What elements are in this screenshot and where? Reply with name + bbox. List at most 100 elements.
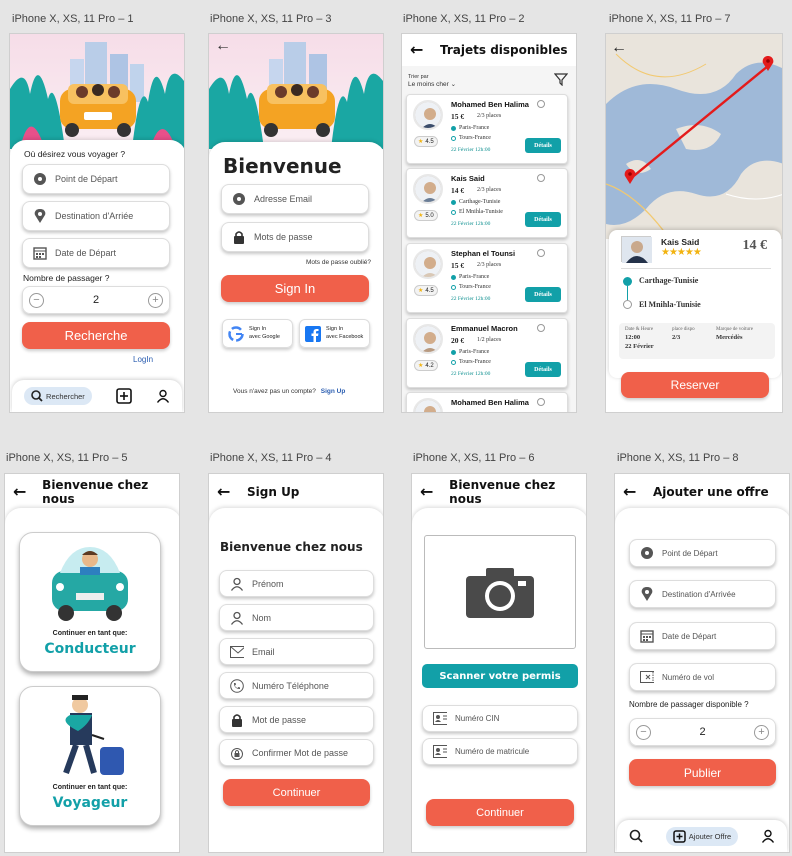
screen-scan: ← Bienvenue chez nous Scanner votre perm… bbox=[411, 473, 587, 853]
facebook-signin-button[interactable]: Sign In avec Facebook bbox=[299, 319, 370, 348]
continue-as-label: Continuer en tant que: bbox=[52, 630, 128, 637]
departure-placeholder: Point de Départ bbox=[55, 174, 118, 184]
rating-badge: ★ 5.0 bbox=[414, 210, 438, 221]
confirm-password-input[interactable]: Confirmer Mot de passe bbox=[219, 739, 374, 766]
trip-card[interactable]: Emmanuel Macron 20 € 1/2 places Paris-Franc… bbox=[406, 318, 568, 388]
password-input[interactable]: Mots de passe bbox=[221, 222, 369, 252]
google-signin-button[interactable]: Sign In avec Google bbox=[222, 319, 293, 348]
driver-name: Kais Said bbox=[451, 174, 485, 183]
email-input[interactable]: Email bbox=[219, 638, 374, 665]
star-icon: ★ bbox=[418, 213, 424, 219]
back-arrow-icon[interactable]: ← bbox=[410, 42, 430, 58]
departure-input[interactable]: Point de Départ bbox=[22, 164, 170, 194]
rating-badge: ★ 4.2 bbox=[414, 360, 438, 371]
password-input[interactable]: Mot de passe bbox=[219, 706, 374, 733]
phone-input[interactable]: Numéro Téléphone bbox=[219, 672, 374, 699]
reserve-button[interactable]: Reserver bbox=[621, 372, 769, 398]
search-icon[interactable] bbox=[629, 829, 643, 843]
user-icon bbox=[230, 611, 244, 625]
date-input[interactable]: Date de Départ bbox=[629, 622, 776, 650]
continue-button[interactable]: Continuer bbox=[426, 799, 574, 826]
firstname-placeholder: Prénom bbox=[252, 578, 284, 589]
facebook-icon bbox=[305, 325, 321, 342]
tab-add-offer[interactable]: Ajouter Offre bbox=[665, 826, 739, 846]
origin-dot-icon bbox=[451, 274, 456, 280]
trip-info-box: Date & Heure 12:00 22 Février place disp… bbox=[619, 323, 775, 359]
back-arrow-icon[interactable]: ← bbox=[623, 484, 643, 500]
tab-add-label: Ajouter Offre bbox=[688, 831, 732, 841]
trip-card[interactable]: Mohamed Ben Halima 15 € 2/3 places Paris-Fr… bbox=[406, 94, 568, 164]
trip-price: 15 € bbox=[451, 410, 464, 412]
back-arrow-icon[interactable]: ← bbox=[420, 484, 439, 500]
firstname-input[interactable]: Prénom bbox=[219, 570, 374, 597]
add-square-icon[interactable] bbox=[116, 388, 132, 404]
back-arrow-icon[interactable]: ← bbox=[217, 484, 237, 500]
minus-icon[interactable]: − bbox=[636, 724, 651, 740]
destination-city: Tours-France bbox=[459, 284, 491, 290]
chevron-down-icon: ⌄ bbox=[450, 80, 457, 88]
date-placeholder: Date de Départ bbox=[55, 248, 117, 258]
traveler-card[interactable]: Continuer en tant que: Voyageur bbox=[19, 686, 161, 826]
frame-label: iPhone X, XS, 11 Pro – 4 bbox=[210, 452, 332, 464]
continue-button[interactable]: Continuer bbox=[223, 779, 370, 806]
page-title: Bienvenue bbox=[223, 154, 342, 178]
header: ← Bienvenue chez nous bbox=[5, 474, 179, 510]
driver-name: Mohamed Ben Halima bbox=[451, 398, 529, 407]
search-button[interactable]: Recherche bbox=[22, 322, 170, 349]
back-arrow-icon[interactable]: ← bbox=[215, 37, 231, 55]
date-input[interactable]: Date de Départ bbox=[22, 238, 170, 268]
driver-avatar bbox=[413, 324, 443, 354]
details-button[interactable]: Détails bbox=[525, 287, 561, 302]
destination-input[interactable]: Destination d'Arriée bbox=[22, 201, 170, 231]
signup-link[interactable]: Sign Up bbox=[321, 388, 346, 395]
publish-button[interactable]: Publier bbox=[629, 759, 776, 786]
scan-permit-button[interactable]: Scanner votre permis bbox=[422, 664, 578, 688]
destination-input[interactable]: Destination d'Arrivée bbox=[629, 580, 776, 608]
question-label: Où désirez vous voyager ? bbox=[24, 149, 126, 159]
login-link[interactable]: LogIn bbox=[133, 355, 153, 364]
flight-number-input[interactable]: Numéro de vol bbox=[629, 663, 776, 691]
page-title: Ajouter une offre bbox=[653, 485, 769, 499]
email-input[interactable]: Adresse Email bbox=[221, 184, 369, 214]
passenger-count: 2 bbox=[699, 726, 706, 738]
car-family-illustration bbox=[209, 42, 383, 149]
driver-card[interactable]: Continuer en tant que: Conducteur bbox=[19, 532, 161, 672]
signup-card: Bienvenue chez nous Prénom Nom Email Num… bbox=[209, 508, 383, 852]
photo-placeholder[interactable] bbox=[424, 535, 576, 649]
screen-signup: ← Sign Up Bienvenue chez nous Prénom Nom… bbox=[208, 473, 384, 853]
car-label: Marque de voiture bbox=[716, 327, 753, 332]
details-button[interactable]: Détails bbox=[525, 362, 561, 377]
trip-destination: Tours-France bbox=[451, 135, 491, 141]
plus-icon[interactable]: + bbox=[754, 724, 769, 740]
tab-search[interactable]: Rechercher bbox=[24, 387, 92, 405]
filter-icon[interactable] bbox=[554, 72, 568, 86]
map-view[interactable] bbox=[606, 34, 783, 239]
lastname-input[interactable]: Nom bbox=[219, 604, 374, 631]
phone-placeholder: Numéro Téléphone bbox=[252, 680, 329, 691]
plus-icon[interactable]: + bbox=[148, 292, 163, 308]
forgot-password-link[interactable]: Mots de passe oublié? bbox=[306, 259, 371, 266]
trip-card[interactable]: Kais Said 14 € 2/3 places Carthage-Tunisie E… bbox=[406, 168, 568, 238]
user-icon[interactable] bbox=[156, 389, 170, 403]
driver-name: Emmanuel Macron bbox=[451, 324, 518, 333]
driver-name: Stephan el Tounsi bbox=[451, 249, 516, 258]
cin-input[interactable]: Numéro CIN bbox=[422, 705, 578, 732]
details-button[interactable]: Détails bbox=[525, 212, 561, 227]
signin-button[interactable]: Sign In bbox=[221, 275, 369, 302]
origin-dot-icon bbox=[451, 125, 456, 131]
back-arrow-icon[interactable]: ← bbox=[13, 484, 32, 500]
back-arrow-icon[interactable]: ← bbox=[611, 39, 627, 57]
add-square-icon bbox=[673, 829, 686, 843]
sort-selector[interactable]: Trier par Le moins cher ⌄ bbox=[408, 74, 456, 88]
trip-card[interactable]: Stephan el Tounsi 15 € 2/3 places Paris-Fra… bbox=[406, 243, 568, 313]
minus-icon[interactable]: − bbox=[29, 292, 44, 308]
no-account-text: Vous n'avez pas un compte? Sign Up bbox=[233, 388, 345, 395]
rating-badge: ★ 4.5 bbox=[414, 136, 438, 147]
trip-datetime: 22 Février 12h:00 bbox=[451, 371, 491, 377]
departure-input[interactable]: Point de Départ bbox=[629, 539, 776, 567]
trip-card[interactable]: Mohamed Ben Halima 15 € bbox=[406, 392, 568, 412]
plate-input[interactable]: Numéro de matricule bbox=[422, 738, 578, 765]
user-icon[interactable] bbox=[761, 829, 775, 843]
signin-card: Bienvenue Adresse Email Mots de passe Mo… bbox=[209, 142, 383, 412]
details-button[interactable]: Détails bbox=[525, 138, 561, 153]
